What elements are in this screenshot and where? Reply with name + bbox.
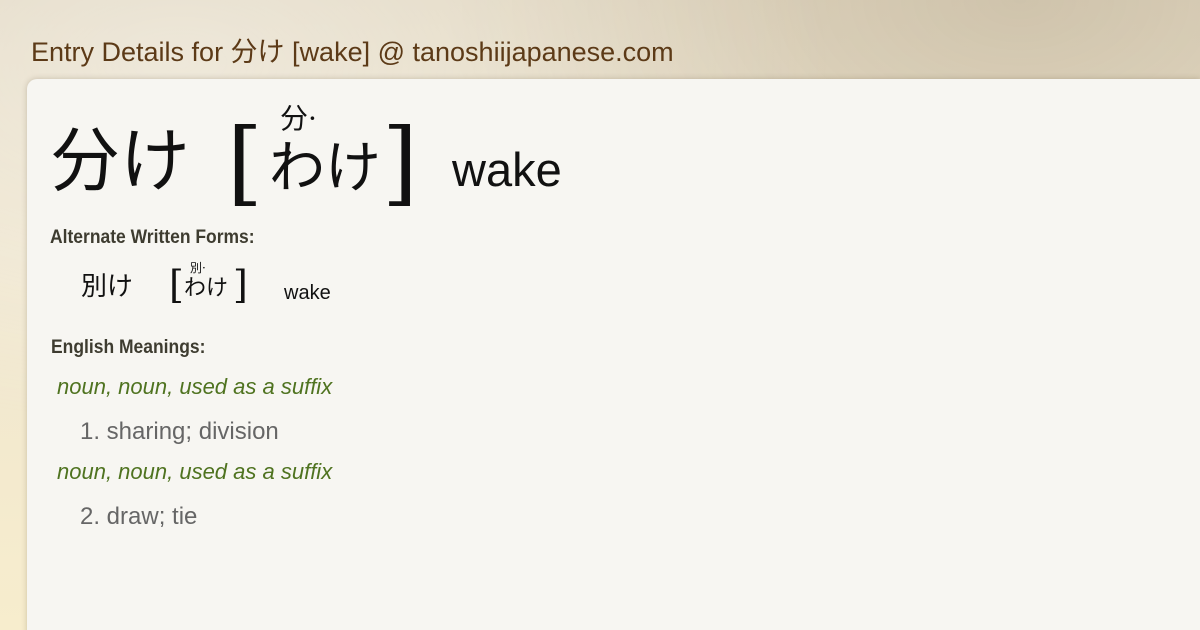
page-title: Entry Details for 分け [wake] @ tanoshiija… — [31, 37, 674, 67]
alternate-forms-label: Alternate Written Forms: — [50, 227, 255, 248]
close-bracket: ] — [382, 109, 418, 216]
alternate-form-word[interactable]: 別け — [81, 271, 133, 303]
open-bracket: [ — [227, 109, 263, 216]
entry-romaji: wake — [452, 143, 562, 196]
alternate-close-bracket: ] — [233, 263, 248, 307]
alternate-form-reading: わけ — [184, 276, 229, 301]
alternate-form-romaji: wake — [284, 282, 331, 304]
sense-part-of-speech: noun, noun, used as a suffix — [57, 374, 333, 399]
alternate-open-bracket: [ — [169, 263, 184, 307]
entry-reading-ruby: 分· — [280, 102, 317, 135]
alternate-form-reading-ruby: 別· — [190, 261, 206, 275]
entry-reading: わけ — [269, 136, 381, 201]
english-meanings-label: English Meanings: — [51, 337, 206, 358]
sense-gloss: 1. sharing; division — [80, 418, 279, 445]
sense-part-of-speech: noun, noun, used as a suffix — [57, 459, 333, 484]
entry-word: 分け — [50, 120, 190, 202]
sense-gloss: 2. draw; tie — [80, 503, 198, 530]
entry-card: 分け [ 分· わけ ] wake Alternate Written Form… — [27, 79, 1200, 630]
